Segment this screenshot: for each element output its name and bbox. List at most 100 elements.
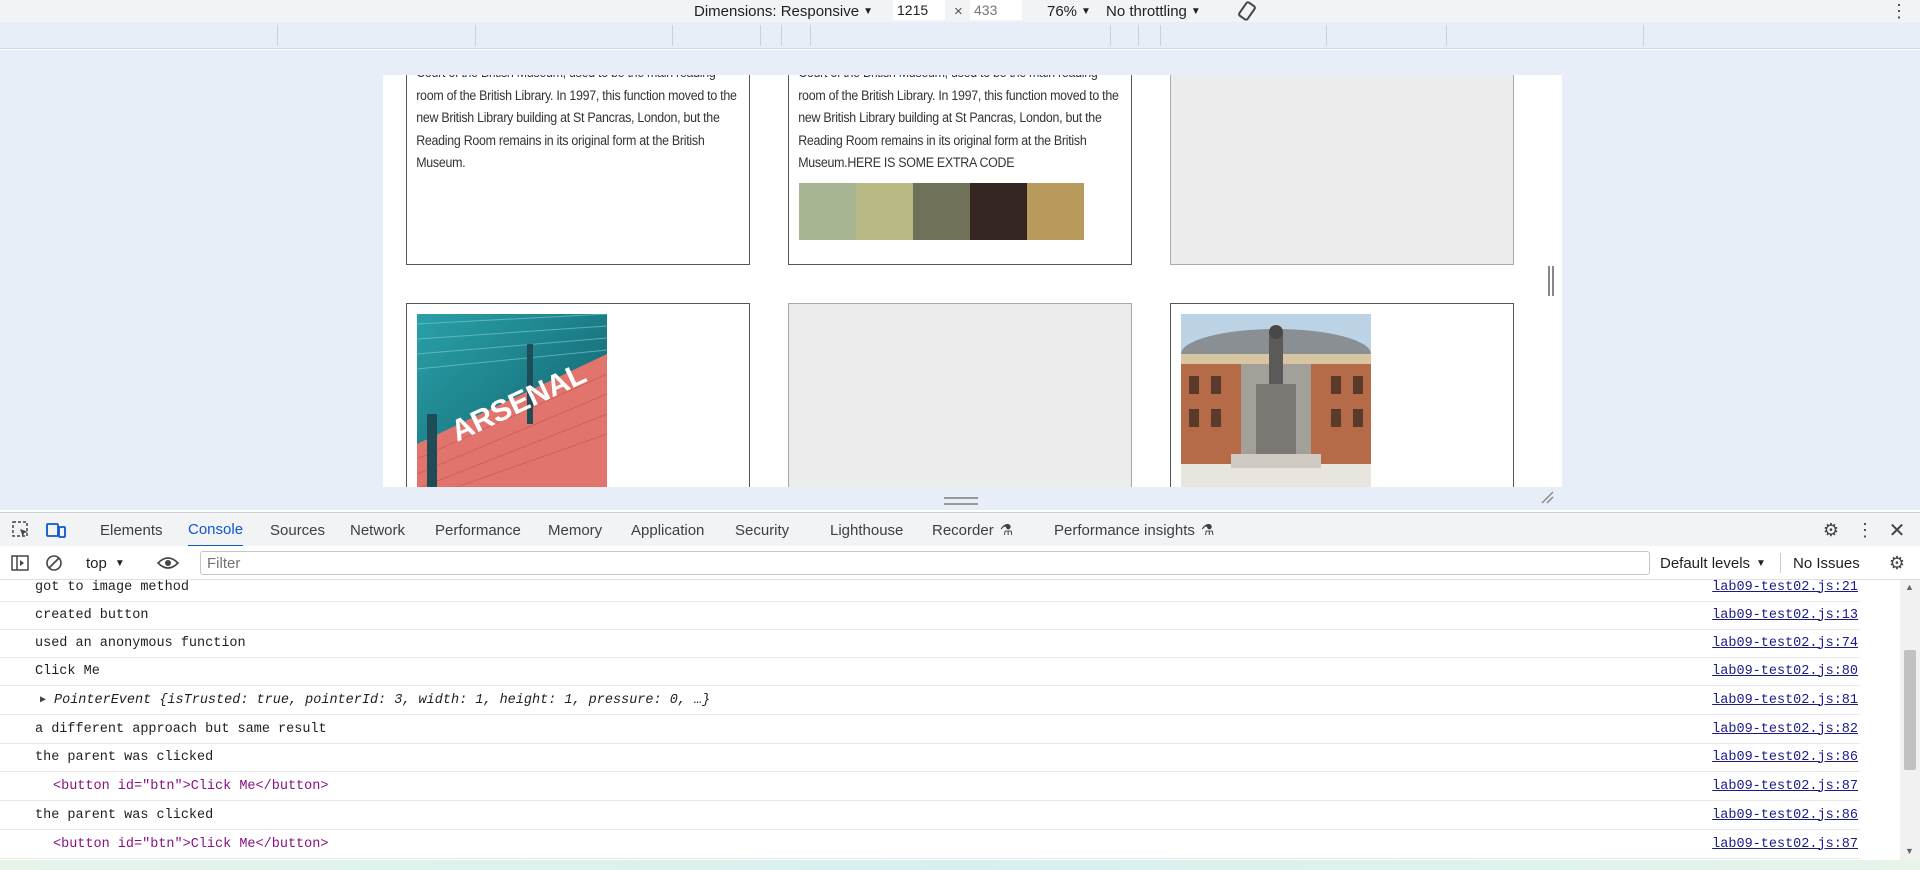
source-link[interactable]: lab09-test02.js:21	[1712, 580, 1858, 595]
color-palette	[799, 183, 1084, 240]
console-row: used an anonymous function lab09-test02.…	[0, 629, 1860, 658]
color-swatch	[799, 183, 856, 240]
source-link[interactable]: lab09-test02.js:87	[1712, 837, 1858, 852]
tab-network[interactable]: Network	[350, 513, 405, 547]
flask-icon: ⚗	[999, 522, 1014, 539]
color-swatch	[856, 183, 913, 240]
tab-sources[interactable]: Sources	[270, 513, 325, 547]
caret-down-icon: ▼	[1081, 5, 1091, 17]
scrollbar-thumb[interactable]	[1904, 650, 1916, 770]
source-link[interactable]: lab09-test02.js:80	[1712, 664, 1858, 679]
console-row: Click Me lab09-test02.js:80	[0, 657, 1860, 686]
log-levels-dropdown[interactable]: Default levels ▼	[1660, 553, 1766, 573]
zoom-dropdown[interactable]: 76% ▼	[1047, 0, 1091, 22]
console-message: the parent was clicked	[35, 749, 214, 765]
flask-icon: ⚗	[1200, 522, 1215, 539]
live-expression-eye-icon[interactable]	[156, 553, 180, 573]
log-levels-label: Default levels	[1660, 554, 1751, 572]
source-link[interactable]: lab09-test02.js:13	[1712, 608, 1858, 623]
caret-down-icon: ▼	[863, 5, 873, 17]
tab-memory[interactable]: Memory	[548, 513, 602, 547]
tab-recorder[interactable]: Recorder ⚗	[932, 513, 1013, 547]
console-message: a different approach but same result	[35, 721, 327, 737]
clear-console-icon[interactable]	[44, 553, 64, 573]
tab-performance-insights-label: Performance insights	[1054, 521, 1195, 539]
color-swatch	[913, 183, 970, 240]
resize-corner-icon[interactable]	[1540, 490, 1554, 504]
height-input[interactable]	[970, 0, 1022, 20]
console-row: the parent was clicked lab09-test02.js:8…	[0, 801, 1860, 830]
devtools-tabbar: Elements Console Sources Network Perform…	[0, 512, 1920, 547]
tab-console[interactable]: Console	[188, 513, 244, 547]
sidebar-toggle-icon[interactable]	[10, 553, 30, 573]
console-row: created button lab09-test02.js:13	[0, 601, 1860, 630]
tab-performance-insights[interactable]: Performance insights ⚗	[1054, 513, 1214, 547]
card-placeholder-2	[788, 303, 1132, 487]
bottom-strip	[0, 860, 1920, 870]
emulated-page: Court of the British Museum, used to be …	[383, 75, 1562, 487]
caret-down-icon: ▼	[1756, 557, 1766, 569]
source-link[interactable]: lab09-test02.js:87	[1712, 779, 1858, 794]
console-row[interactable]: <button id="btn">Click Me</button> lab09…	[0, 830, 1860, 859]
card-text-1: Court of the British Museum, used to be …	[406, 75, 750, 265]
console-row: a different approach but same result lab…	[0, 715, 1860, 744]
context-label: top	[86, 554, 107, 572]
more-options-icon[interactable]: ⋮	[1890, 0, 1908, 22]
tab-security[interactable]: Security	[735, 513, 789, 547]
color-swatch	[970, 183, 1027, 240]
card-placeholder-1	[1170, 75, 1514, 265]
throttling-dropdown[interactable]: No throttling ▼	[1106, 0, 1201, 22]
viewport-height-drag-handle[interactable]	[944, 497, 978, 505]
console-row: got to image method lab09-test02.js:21	[0, 580, 1860, 602]
tab-application[interactable]: Application	[631, 513, 704, 547]
card-2-text: Court of the British Museum, used to be …	[798, 75, 1119, 170]
tab-elements[interactable]: Elements	[100, 513, 163, 547]
page-scroll-handle[interactable]	[1548, 266, 1554, 296]
arsenal-photo: ARSENAL	[417, 314, 607, 487]
card-image-albert-hall	[1170, 303, 1514, 487]
dimensions-label: Dimensions: Responsive	[694, 2, 860, 20]
source-link[interactable]: lab09-test02.js:74	[1712, 636, 1858, 651]
console-message: created button	[35, 607, 149, 623]
tab-performance[interactable]: Performance	[435, 513, 521, 547]
expand-triangle-icon[interactable]: ▶	[40, 694, 46, 706]
scroll-up-arrow-icon[interactable]: ▲	[1905, 582, 1914, 592]
console-settings-gear-icon[interactable]: ⚙	[1886, 553, 1908, 573]
tab-lighthouse[interactable]: Lighthouse	[830, 513, 903, 547]
card-1-text: Court of the British Museum, used to be …	[416, 75, 737, 170]
more-options-icon[interactable]: ⋮	[1855, 520, 1875, 540]
context-selector[interactable]: top ▼	[86, 553, 125, 573]
media-query-ruler	[0, 22, 1920, 49]
console-scrollbar[interactable]: ▲ ▼	[1900, 580, 1920, 860]
console-row[interactable]: <button id="btn">Click Me</button> lab09…	[0, 772, 1860, 801]
card-text-2: Court of the British Museum, used to be …	[788, 75, 1132, 265]
console-output: got to image method lab09-test02.js:21 c…	[0, 580, 1900, 860]
console-row[interactable]: ▶ PointerEvent {isTrusted: true, pointer…	[0, 686, 1860, 715]
rotate-icon[interactable]	[1236, 0, 1258, 22]
times-sign: ×	[954, 2, 963, 20]
source-link[interactable]: lab09-test02.js:81	[1712, 693, 1858, 708]
settings-gear-icon[interactable]: ⚙	[1820, 520, 1842, 540]
scroll-down-arrow-icon[interactable]: ▼	[1905, 846, 1914, 856]
throttling-value: No throttling	[1106, 2, 1187, 20]
source-link[interactable]: lab09-test02.js:86	[1712, 750, 1858, 765]
royal-albert-hall-photo	[1181, 314, 1371, 487]
device-toolbar: Dimensions: Responsive ▼ × 76% ▼ No thro…	[0, 0, 1920, 22]
console-message: Click Me	[35, 663, 100, 679]
card-image-arsenal: ARSENAL	[406, 303, 750, 487]
device-toggle-icon[interactable]	[45, 520, 67, 540]
console-element-node[interactable]: <button id="btn">Click Me</button>	[53, 837, 328, 852]
source-link[interactable]: lab09-test02.js:82	[1712, 722, 1858, 737]
dimensions-dropdown[interactable]: Dimensions: Responsive ▼	[694, 0, 873, 22]
source-link[interactable]: lab09-test02.js:86	[1712, 808, 1858, 823]
filter-input[interactable]	[200, 551, 1650, 575]
close-icon[interactable]: ✕	[1886, 520, 1908, 542]
color-swatch	[1027, 183, 1084, 240]
inspect-element-icon[interactable]	[10, 520, 32, 540]
console-element-node[interactable]: <button id="btn">Click Me</button>	[53, 779, 328, 794]
issues-button[interactable]: No Issues	[1780, 553, 1860, 573]
tab-recorder-label: Recorder	[932, 521, 994, 539]
width-input[interactable]	[893, 0, 945, 20]
console-message: the parent was clicked	[35, 807, 214, 823]
console-toolbar: top ▼ Default levels ▼ No Issues ⚙	[0, 546, 1920, 580]
